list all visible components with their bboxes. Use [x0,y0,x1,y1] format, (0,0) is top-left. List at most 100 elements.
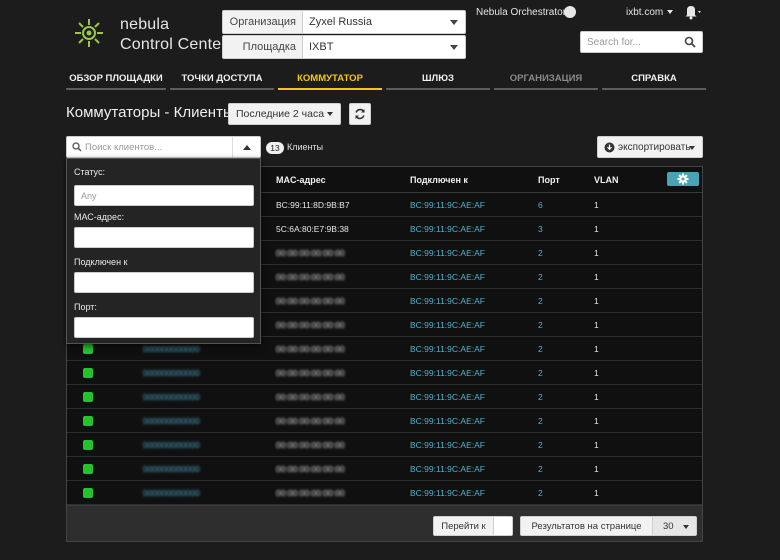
client-name-cell[interactable]: 000000000000 [143,368,200,378]
client-name-cell[interactable]: 000000000000 [143,344,200,354]
connected-to-link[interactable]: BC:99:11:9C:AE:AF [410,320,485,330]
vlan-cell: 1 [594,488,599,498]
tab-help[interactable]: СПРАВКА [602,68,706,90]
column-mac[interactable]: MAC-адрес [276,175,326,185]
caret-down-icon [450,45,458,50]
global-search[interactable] [580,31,703,53]
port-link[interactable]: 2 [538,272,543,282]
filter-connected-label: Подключен к [74,257,128,267]
client-search[interactable] [66,136,261,158]
table-row[interactable]: 000000000000 00:00:00:00:00:00 BC:99:11:9C… [67,409,702,433]
user-name: ixbt.com [626,7,664,18]
table-row[interactable]: 000000000000 00:00:00:00:00:00 BC:99:11:9C… [67,385,702,409]
column-vlan[interactable]: VLAN [594,175,619,185]
table-row[interactable]: 000000000000 00:00:00:00:00:00 BC:99:11:9C… [67,457,702,481]
tab-access-points[interactable]: ТОЧКИ ДОСТУПА [170,68,274,90]
caret-down-icon [450,20,458,25]
client-count-badge: 13 [266,142,284,154]
connected-to-link[interactable]: BC:99:11:9C:AE:AF [410,440,485,450]
status-online-icon [83,416,93,426]
gear-icon [677,173,689,185]
vlan-cell: 1 [594,344,599,354]
brand-line2: Control Center [120,36,227,53]
connected-to-link[interactable]: BC:99:11:9C:AE:AF [410,296,485,306]
search-icon[interactable] [684,36,696,48]
port-link[interactable]: 2 [538,488,543,498]
client-mac-cell: 00:00:00:00:00:00 [276,296,345,306]
connected-to-link[interactable]: BC:99:11:9C:AE:AF [410,392,485,402]
port-link[interactable]: 2 [538,416,543,426]
global-search-input[interactable] [581,32,681,53]
port-link[interactable]: 2 [538,464,543,474]
table-row[interactable]: 000000000000 00:00:00:00:00:00 BC:99:11:9C… [67,481,702,505]
client-mac-cell: 00:00:00:00:00:00 [276,440,345,450]
tab-switch[interactable]: КОММУТАТОР [278,68,382,90]
page: nebula Control Center Организация Zyxel … [0,0,780,560]
organization-label: Организация [222,10,302,34]
connected-to-link[interactable]: BC:99:11:9C:AE:AF [410,368,485,378]
column-connected[interactable]: Подключен к [410,175,468,185]
port-link[interactable]: 2 [538,320,543,330]
port-link[interactable]: 3 [538,224,543,234]
client-mac-cell: 00:00:00:00:00:00 [276,272,345,282]
filter-status-placeholder: Any [81,190,97,201]
caret-down-icon [667,10,674,15]
filter-port-input[interactable] [74,317,254,338]
vlan-cell: 1 [594,200,599,210]
port-link[interactable]: 6 [538,200,543,210]
table-row[interactable]: 000000000000 00:00:00:00:00:00 BC:99:11:9C… [67,433,702,457]
refresh-button[interactable] [349,103,371,125]
period-dropdown[interactable]: Последние 2 часа [228,103,341,125]
results-per-page-dropdown[interactable]: 30 [653,517,696,535]
connected-to-link[interactable]: BC:99:11:9C:AE:AF [410,416,485,426]
orchestrator-label: Nebula Orchestrator [476,7,567,18]
tab-gateway[interactable]: ШЛЮЗ [386,68,490,90]
connected-to-link[interactable]: BC:99:11:9C:AE:AF [410,200,485,210]
client-name-cell[interactable]: 000000000000 [143,488,200,498]
filter-connected-input[interactable] [74,272,254,293]
port-link[interactable]: 2 [538,368,543,378]
orchestrator-toggle[interactable] [564,6,576,18]
connected-to-link[interactable]: BC:99:11:9C:AE:AF [410,248,485,258]
client-name-cell[interactable]: 000000000000 [143,464,200,474]
goto-page-button[interactable]: Перейти к [434,517,494,535]
connected-to-link[interactable]: BC:99:11:9C:AE:AF [410,464,485,474]
organization-selector[interactable]: Организация Zyxel Russia [222,10,466,34]
table-row[interactable]: 000000000000 00:00:00:00:00:00 BC:99:11:9C… [67,361,702,385]
client-name-cell[interactable]: 000000000000 [143,392,200,402]
connected-to-link[interactable]: BC:99:11:9C:AE:AF [410,272,485,282]
port-link[interactable]: 2 [538,344,543,354]
client-mac-cell: 00:00:00:00:00:00 [276,392,345,402]
client-mac-cell: 5C:6A:80:E7:9B:38 [276,224,349,234]
bell-icon[interactable] [680,4,702,20]
vlan-cell: 1 [594,416,599,426]
column-settings-button[interactable] [667,172,699,186]
export-button[interactable]: экспортировать [597,136,703,158]
connected-to-link[interactable]: BC:99:11:9C:AE:AF [410,488,485,498]
port-link[interactable]: 2 [538,296,543,306]
client-search-input[interactable] [85,138,235,156]
tab-organization[interactable]: ОРГАНИЗАЦИЯ [494,68,598,90]
connected-to-link[interactable]: BC:99:11:9C:AE:AF [410,344,485,354]
site-selector[interactable]: Площадка IXBT [222,35,466,59]
port-link[interactable]: 2 [538,248,543,258]
filter-mac-input[interactable] [74,227,254,248]
client-name-cell[interactable]: 000000000000 [143,440,200,450]
client-name-cell[interactable]: 000000000000 [143,416,200,426]
tab-site-overview[interactable]: ОБЗОР ПЛОЩАДКИ [66,68,166,90]
user-menu[interactable]: ixbt.com [626,7,674,18]
organization-dropdown[interactable]: Zyxel Russia [302,10,466,34]
filter-status-select[interactable]: Any [74,185,254,206]
results-per-page[interactable]: Результатов на странице 30 [520,516,697,536]
column-port[interactable]: Порт [538,175,560,185]
goto-page-input[interactable] [494,517,512,535]
port-link[interactable]: 2 [538,440,543,450]
vlan-cell: 1 [594,224,599,234]
goto-page[interactable]: Перейти к [433,516,513,536]
filter-toggle-button[interactable] [232,137,260,157]
site-dropdown[interactable]: IXBT [302,35,466,59]
port-link[interactable]: 2 [538,392,543,402]
period-value: Последние 2 часа [236,108,325,120]
main-nav: ОБЗОР ПЛОЩАДКИ ТОЧКИ ДОСТУПА КОММУТАТОР … [66,68,706,90]
connected-to-link[interactable]: BC:99:11:9C:AE:AF [410,224,485,234]
